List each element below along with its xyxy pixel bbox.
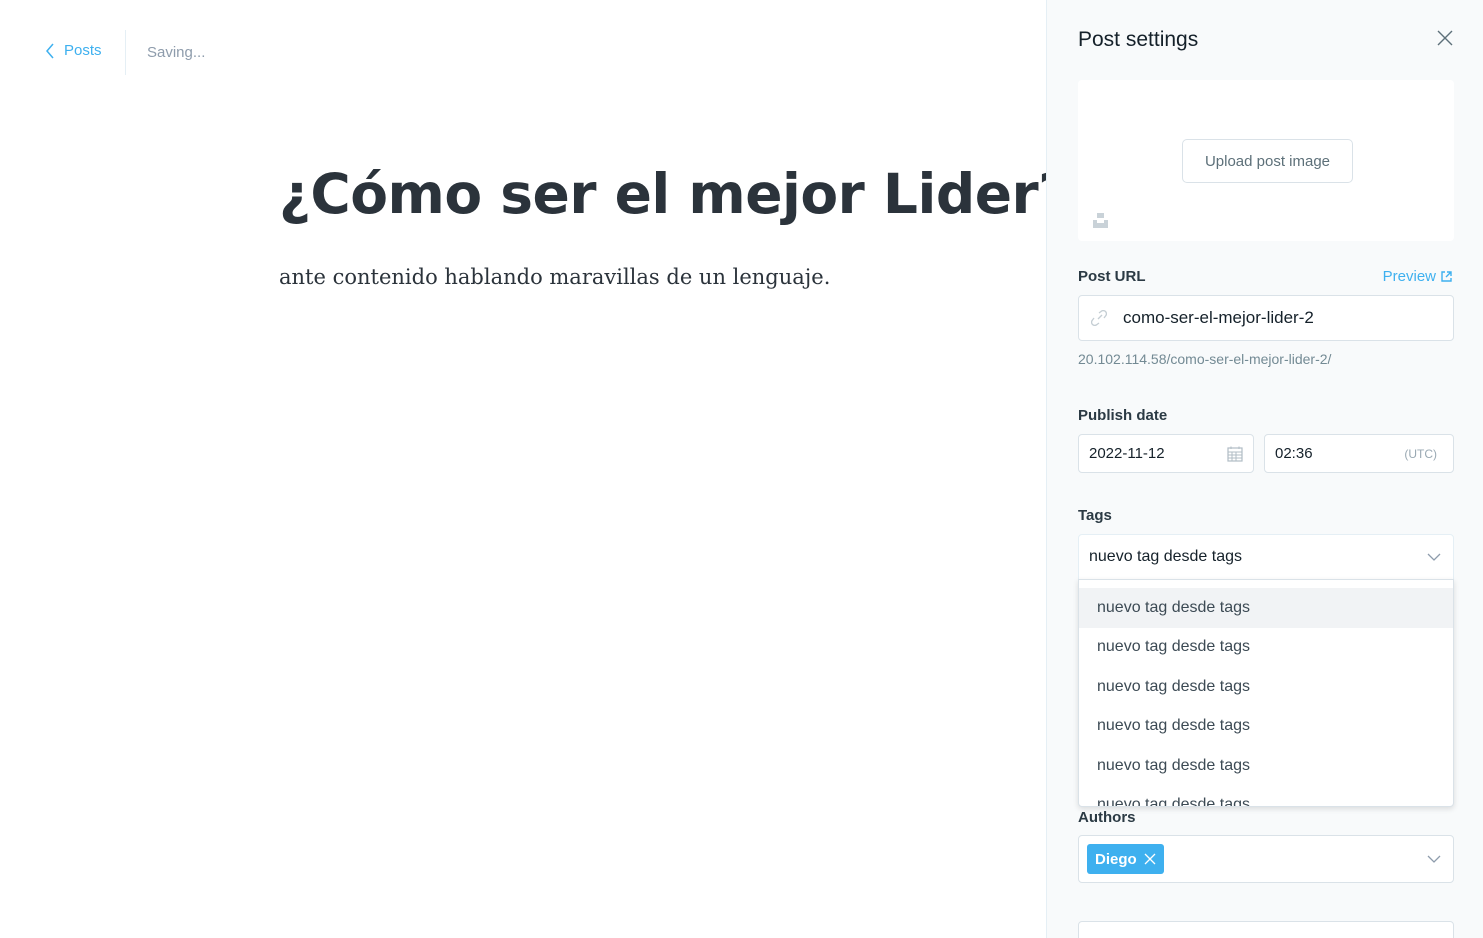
- post-url-label: Post URL: [1078, 268, 1146, 285]
- post-title-input[interactable]: ¿Cómo ser el mejor Lider?: [279, 164, 1070, 225]
- back-link-label: Posts: [64, 42, 102, 59]
- post-url-field[interactable]: [1078, 295, 1454, 341]
- tag-option[interactable]: nuevo tag desde tags: [1079, 667, 1453, 707]
- tags-input[interactable]: [1089, 548, 1389, 566]
- feature-image-box: Upload post image: [1078, 80, 1454, 241]
- tag-option[interactable]: nuevo tag desde tags: [1079, 707, 1453, 747]
- editor-topbar: Posts Saving...: [0, 0, 1046, 100]
- back-to-posts-link[interactable]: Posts: [44, 42, 102, 59]
- preview-link[interactable]: Preview: [1383, 268, 1452, 285]
- editor-pane: Posts Saving... ¿Cómo ser el mejor Lider…: [0, 0, 1070, 938]
- remove-author-icon[interactable]: [1144, 853, 1156, 865]
- publish-time-field[interactable]: (UTC): [1264, 434, 1454, 473]
- tag-option[interactable]: nuevo tag desde tags: [1079, 746, 1453, 786]
- preview-label: Preview: [1382, 268, 1436, 285]
- chevron-left-icon: [46, 43, 54, 58]
- calendar-icon[interactable]: [1227, 446, 1243, 462]
- topbar-divider: [125, 30, 126, 75]
- tags-dropdown: nuevo tag desde tags nuevo tag desde tag…: [1078, 579, 1454, 807]
- timezone-label: (UTC): [1404, 446, 1437, 461]
- post-body-editor[interactable]: ante contenido hablando maravillas de un…: [279, 262, 1019, 294]
- tags-select[interactable]: [1078, 534, 1454, 580]
- save-status: Saving...: [147, 44, 206, 61]
- post-url-input[interactable]: [1123, 308, 1423, 328]
- post-settings-panel: Post settings Upload post image Post URL…: [1046, 0, 1483, 938]
- author-name: Diego: [1095, 850, 1137, 868]
- upload-post-image-button[interactable]: Upload post image: [1182, 139, 1353, 183]
- publish-date-label: Publish date: [1078, 407, 1168, 424]
- link-icon: [1091, 310, 1107, 326]
- close-settings-button[interactable]: [1435, 28, 1455, 48]
- tag-option[interactable]: nuevo tag desde tags: [1079, 786, 1453, 806]
- external-link-icon: [1441, 271, 1452, 282]
- close-icon: [1437, 30, 1453, 46]
- authors-label: Authors: [1078, 809, 1136, 826]
- next-settings-field[interactable]: [1078, 921, 1454, 938]
- chevron-down-icon[interactable]: [1427, 552, 1441, 562]
- publish-time-input[interactable]: [1275, 445, 1375, 462]
- tag-option[interactable]: nuevo tag desde tags: [1079, 628, 1453, 668]
- post-url-preview: 20.102.114.58/como-ser-el-mejor-lider-2/: [1078, 351, 1332, 367]
- tag-option[interactable]: nuevo tag desde tags: [1079, 588, 1453, 628]
- authors-select[interactable]: Diego: [1078, 835, 1454, 883]
- author-chip: Diego: [1087, 844, 1164, 874]
- publish-date-input[interactable]: [1089, 445, 1209, 462]
- settings-title: Post settings: [1078, 28, 1199, 51]
- tags-label: Tags: [1078, 507, 1112, 524]
- unsplash-icon[interactable]: [1092, 212, 1109, 229]
- chevron-down-icon[interactable]: [1427, 854, 1441, 864]
- publish-date-field[interactable]: [1078, 434, 1254, 473]
